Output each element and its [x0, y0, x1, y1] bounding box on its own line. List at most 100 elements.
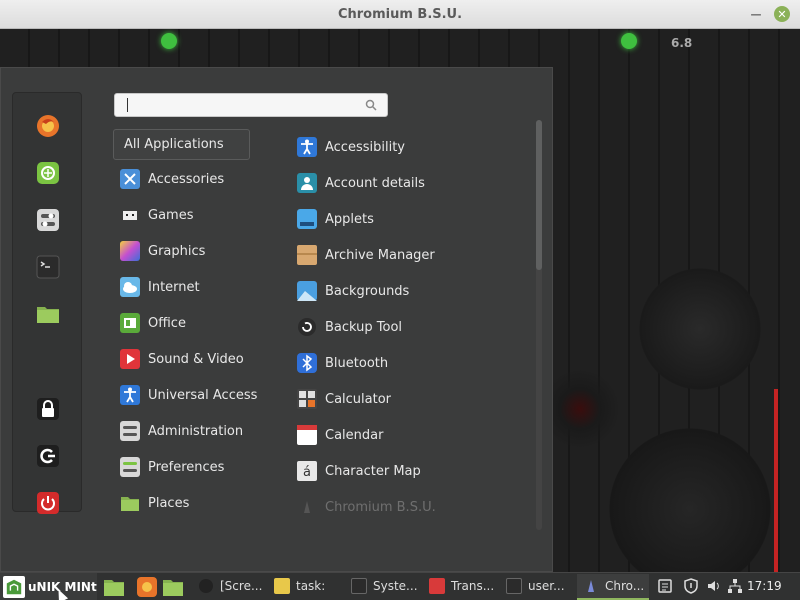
category-office[interactable]: Office: [120, 311, 186, 335]
taskbar-window-screenshot[interactable]: [Scre...: [192, 574, 264, 600]
category-label: All Applications: [124, 136, 224, 152]
system-monitor-icon: [351, 578, 367, 594]
character-map-icon: á: [297, 461, 317, 481]
app-accessibility[interactable]: Accessibility: [297, 135, 405, 159]
folder-icon[interactable]: [162, 576, 184, 598]
app-label: Backgrounds: [325, 283, 410, 299]
window-label: Syste...: [373, 579, 418, 593]
search-icon[interactable]: [365, 99, 377, 111]
window-label: Chro...: [605, 579, 645, 593]
start-menu-button[interactable]: uNIK MINt: [0, 573, 97, 600]
window-title: Chromium B.S.U.: [337, 6, 463, 22]
bluetooth-icon: [297, 353, 317, 373]
chromium-bsu-icon: [297, 497, 317, 517]
games-icon: [120, 205, 140, 225]
taskbar-window-chromium-bsu[interactable]: Chro...: [577, 574, 649, 600]
folder-icon[interactable]: [103, 576, 125, 598]
category-administration[interactable]: Administration: [120, 419, 243, 443]
chromium-bsu-icon: [583, 578, 599, 594]
app-backgrounds[interactable]: Backgrounds: [297, 279, 409, 303]
category-accessories[interactable]: Accessories: [120, 167, 224, 191]
category-all-applications[interactable]: All Applications: [124, 132, 224, 156]
red-bar: [774, 389, 778, 572]
terminal-icon[interactable]: [36, 255, 60, 279]
backgrounds-icon: [297, 281, 317, 301]
applications-scrollbar[interactable]: [536, 120, 542, 530]
taskbar-window-task[interactable]: task:: [268, 574, 340, 600]
firefox-icon[interactable]: [136, 576, 158, 598]
search-input[interactable]: [128, 98, 358, 112]
notes-icon: [274, 578, 290, 594]
firefox-icon[interactable]: [36, 114, 60, 138]
minimize-icon[interactable]: —: [748, 6, 764, 22]
category-graphics[interactable]: Graphics: [120, 239, 205, 263]
app-calendar[interactable]: Calendar: [297, 423, 383, 447]
sound-video-icon: [120, 349, 140, 369]
category-label: Universal Access: [148, 387, 258, 403]
category-preferences[interactable]: Preferences: [120, 455, 224, 479]
category-label: Administration: [148, 423, 244, 439]
category-label: Graphics: [148, 243, 206, 259]
app-label: Archive Manager: [325, 247, 435, 263]
logout-icon[interactable]: [36, 444, 60, 468]
folder-icon[interactable]: [36, 302, 60, 326]
settings-toggle-icon[interactable]: [36, 208, 60, 232]
search-box[interactable]: [114, 93, 388, 117]
category-universal-access[interactable]: Universal Access: [120, 383, 257, 407]
preferences-icon: [120, 457, 140, 477]
archive-manager-icon: [297, 245, 317, 265]
category-sound-video[interactable]: Sound & Video: [120, 347, 244, 371]
notes-tray-icon[interactable]: [656, 577, 674, 595]
app-label: Backup Tool: [325, 319, 403, 335]
transmission-icon: [429, 578, 445, 594]
taskbar-window-system-monitor[interactable]: Syste...: [345, 574, 419, 600]
office-icon: [120, 313, 140, 333]
app-calculator[interactable]: Calculator: [297, 387, 391, 411]
app-label: Calendar: [325, 427, 384, 443]
app-label: Account details: [325, 175, 425, 191]
app-label: Accessibility: [325, 139, 405, 155]
administration-icon: [120, 421, 140, 441]
category-places[interactable]: Places: [120, 491, 189, 515]
category-label: Games: [148, 207, 194, 223]
clock[interactable]: 17:19: [747, 579, 782, 593]
app-label: Calculator: [325, 391, 392, 407]
category-games[interactable]: Games: [120, 203, 193, 227]
accessibility-icon: [297, 137, 317, 157]
shield-icon[interactable]: [682, 577, 700, 595]
category-internet[interactable]: Internet: [120, 275, 200, 299]
app-label: Character Map: [325, 463, 421, 479]
green-light-icon: [621, 33, 637, 49]
category-label: Preferences: [148, 459, 225, 475]
backup-tool-icon: [297, 317, 317, 337]
taskbar-window-terminal[interactable]: user...: [500, 574, 572, 600]
svg-text:á: á: [303, 465, 311, 480]
network-icon[interactable]: [726, 577, 744, 595]
applets-icon: [297, 209, 317, 229]
app-account-details[interactable]: Account details: [297, 171, 425, 195]
power-icon[interactable]: [36, 491, 60, 515]
scrollbar-thumb[interactable]: [536, 120, 542, 270]
linux-mint-icon: [3, 576, 25, 598]
app-chromium-bsu[interactable]: Chromium B.S.U.: [297, 495, 436, 519]
app-character-map[interactable]: á Character Map: [297, 459, 421, 483]
app-archive-manager[interactable]: Archive Manager: [297, 243, 435, 267]
category-label: Places: [148, 495, 190, 511]
taskbar-window-transmission[interactable]: Trans...: [423, 574, 497, 600]
favorites-sidebar: [12, 92, 82, 515]
category-label: Sound & Video: [148, 351, 244, 367]
volume-icon[interactable]: [705, 577, 723, 595]
window-label: Trans...: [451, 579, 495, 593]
app-applets[interactable]: Applets: [297, 207, 374, 231]
lock-icon[interactable]: [36, 397, 60, 421]
app-bluetooth[interactable]: Bluetooth: [297, 351, 388, 375]
window-titlebar[interactable]: Chromium B.S.U. — ✕: [0, 0, 800, 29]
close-icon[interactable]: ✕: [774, 6, 790, 22]
app-backup-tool[interactable]: Backup Tool: [297, 315, 402, 339]
account-details-icon: [297, 173, 317, 193]
calendar-icon: [297, 425, 317, 445]
green-light-icon: [161, 33, 177, 49]
window-label: [Scre...: [220, 579, 263, 593]
software-manager-icon[interactable]: [36, 161, 60, 185]
category-label: Accessories: [148, 171, 225, 187]
